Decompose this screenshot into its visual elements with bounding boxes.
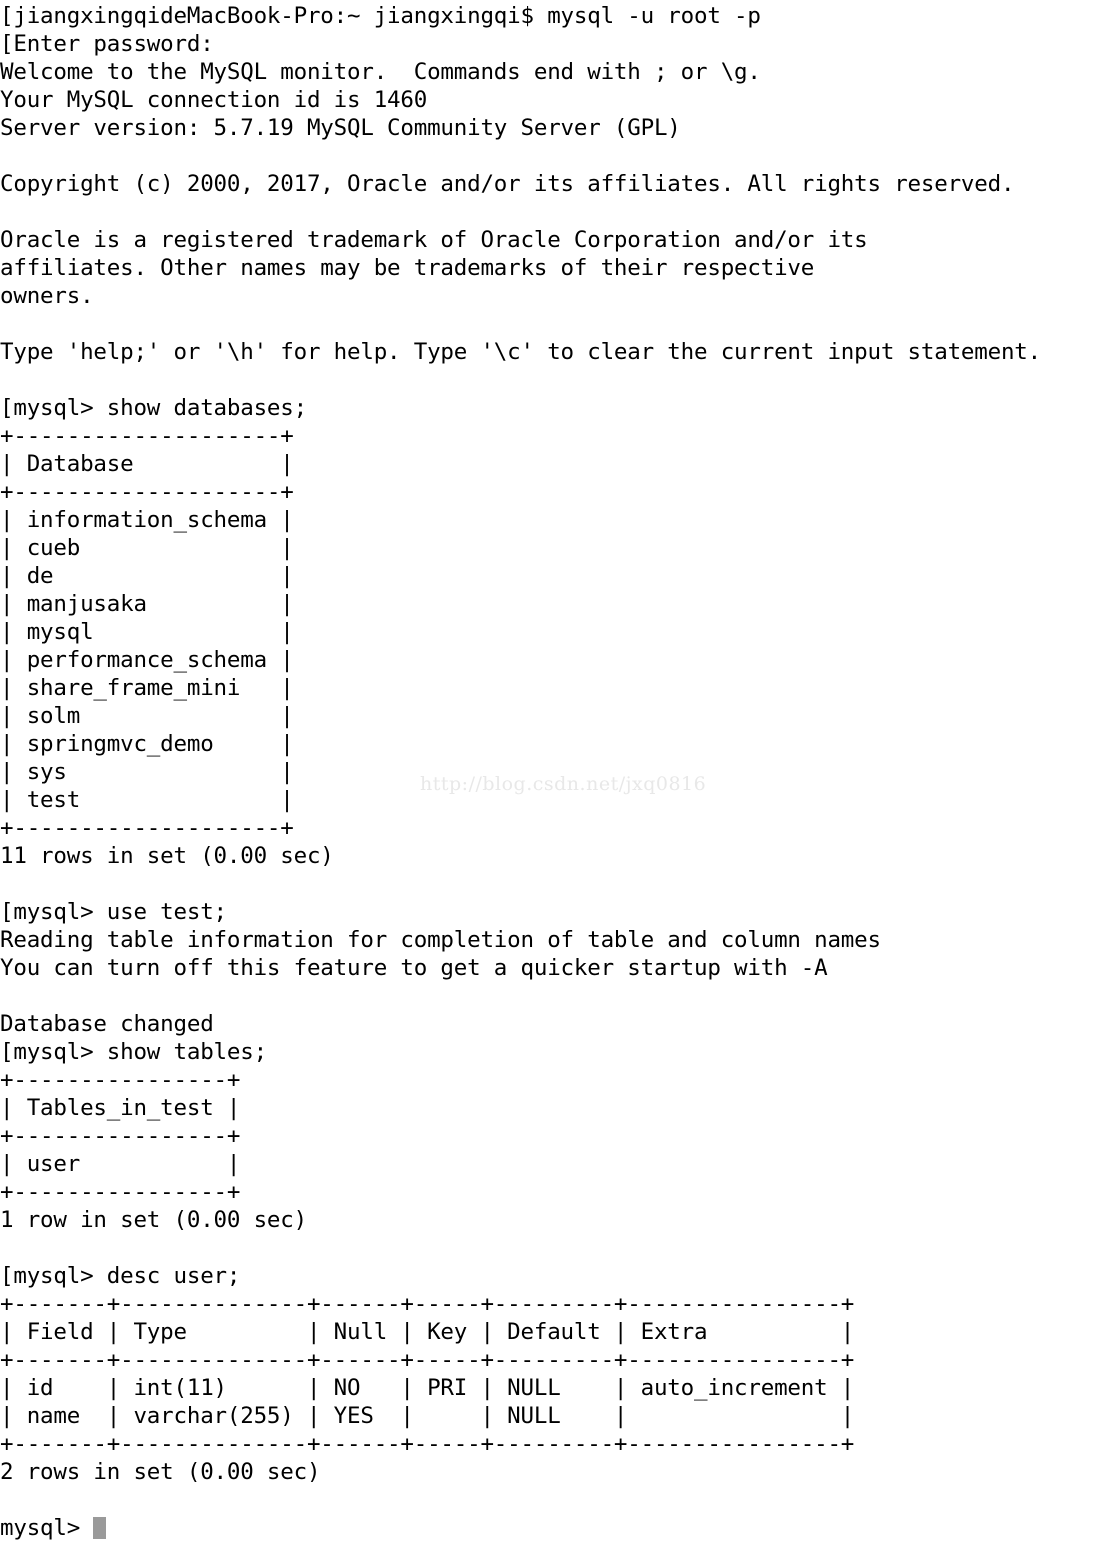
table-border-row: +----------------+ — [0, 1179, 241, 1205]
mysql-command-line: [mysql> desc user; — [0, 1263, 241, 1289]
output-line: Oracle is a registered trademark of Orac… — [0, 227, 868, 253]
table-data-row: | performance_schema | — [0, 647, 294, 673]
table-data-row: | id | int(11) | NO | PRI | NULL | auto_… — [0, 1375, 855, 1401]
table-border-row: +----------------+ — [0, 1067, 241, 1093]
output-line: Reading table information for completion… — [0, 927, 881, 953]
terminal-output-area[interactable]: [jiangxingqideMacBook-Pro:~ jiangxingqi$… — [0, 0, 1104, 1548]
table-border-row: +-------+--------------+------+-----+---… — [0, 1347, 855, 1373]
output-line: 2 rows in set (0.00 sec) — [0, 1459, 321, 1485]
table-data-row: | Database | — [0, 451, 294, 477]
mysql-command-line: [mysql> show tables; — [0, 1039, 267, 1065]
table-data-row: | share_frame_mini | — [0, 675, 294, 701]
output-line: Type 'help;' or '\h' for help. Type '\c'… — [0, 339, 1041, 365]
output-line: 1 row in set (0.00 sec) — [0, 1207, 307, 1233]
output-line: [jiangxingqideMacBook-Pro:~ jiangxingqi$… — [0, 3, 761, 29]
table-border-row: +-------+--------------+------+-----+---… — [0, 1431, 855, 1457]
table-data-row: | name | varchar(255) | YES | | NULL | | — [0, 1403, 855, 1429]
table-data-row: | sys | — [0, 759, 294, 785]
output-line: You can turn off this feature to get a q… — [0, 955, 828, 981]
output-line: Database changed — [0, 1011, 214, 1037]
table-data-row: | information_schema | — [0, 507, 294, 533]
terminal-scrollback: [jiangxingqideMacBook-Pro:~ jiangxingqi$… — [0, 2, 1104, 1542]
block-cursor-icon — [93, 1517, 107, 1539]
mysql-prompt-line: mysql> — [0, 1514, 1104, 1542]
table-border-row: +----------------+ — [0, 1123, 241, 1149]
table-data-row: | Field | Type | Null | Key | Default | … — [0, 1319, 855, 1345]
output-line: Server version: 5.7.19 MySQL Community S… — [0, 115, 681, 141]
output-line: [Enter password: — [0, 31, 214, 57]
table-data-row: | cueb | — [0, 535, 294, 561]
table-border-row: +-------+--------------+------+-----+---… — [0, 1291, 855, 1317]
table-data-row: | de | — [0, 563, 294, 589]
table-data-row: | user | — [0, 1151, 241, 1177]
mysql-prompt-label: mysql> — [0, 1515, 94, 1541]
table-data-row: | Tables_in_test | — [0, 1095, 241, 1121]
table-data-row: | test | — [0, 787, 294, 813]
output-line: Copyright (c) 2000, 2017, Oracle and/or … — [0, 171, 1015, 197]
table-border-row: +--------------------+ — [0, 479, 294, 505]
mysql-command-line: [mysql> show databases; — [0, 395, 307, 421]
table-border-row: +--------------------+ — [0, 815, 294, 841]
output-line: Your MySQL connection id is 1460 — [0, 87, 428, 113]
output-line: affiliates. Other names may be trademark… — [0, 255, 815, 281]
table-border-row: +--------------------+ — [0, 423, 294, 449]
output-line: 11 rows in set (0.00 sec) — [0, 843, 334, 869]
output-line: Welcome to the MySQL monitor. Commands e… — [0, 59, 761, 85]
table-data-row: | solm | — [0, 703, 294, 729]
output-line: owners. — [0, 283, 94, 309]
table-data-row: | springmvc_demo | — [0, 731, 294, 757]
mysql-command-line: [mysql> use test; — [0, 899, 227, 925]
table-data-row: | manjusaka | — [0, 591, 294, 617]
table-data-row: | mysql | — [0, 619, 294, 645]
